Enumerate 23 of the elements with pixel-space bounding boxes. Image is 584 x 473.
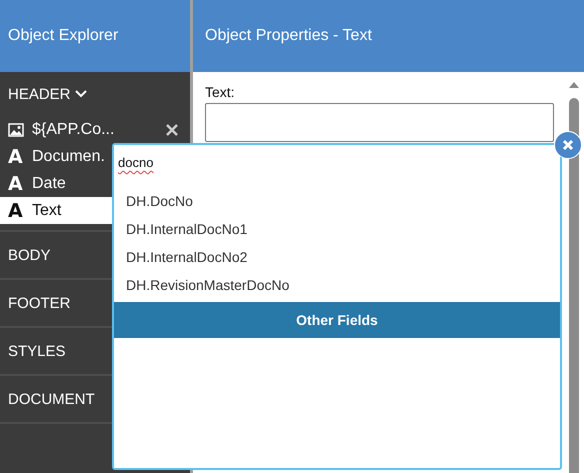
other-fields-button[interactable]: Other Fields [114, 302, 560, 338]
item-label: ${APP.Co... [32, 120, 114, 138]
item-label: Text [32, 202, 62, 220]
section-header[interactable]: HEADER [0, 72, 190, 116]
scroll-thumb[interactable] [569, 98, 579, 473]
image-icon [8, 122, 24, 136]
close-icon [562, 139, 574, 151]
scroll-up-icon [568, 81, 580, 89]
chevron-icon [74, 90, 87, 98]
panel-title: Object Properties - Text [193, 0, 584, 72]
close-button[interactable] [554, 131, 582, 159]
letter-icon: A [8, 172, 24, 194]
field-label: Text: [205, 84, 236, 100]
item-label: Documen. [32, 148, 105, 166]
result-item[interactable]: DH.InternalDocNo2 [114, 243, 560, 271]
input-field[interactable] [205, 103, 554, 142]
search-field[interactable]: docno [114, 145, 560, 187]
panel-title: Object Explorer [0, 0, 190, 72]
letter-icon: A [8, 200, 24, 222]
letter-icon: A [8, 146, 24, 168]
tree-item[interactable]: ${APP.Co... [0, 116, 190, 143]
item-label: Date [32, 174, 66, 192]
result-item[interactable]: DH.RevisionMasterDocNo [114, 271, 560, 299]
